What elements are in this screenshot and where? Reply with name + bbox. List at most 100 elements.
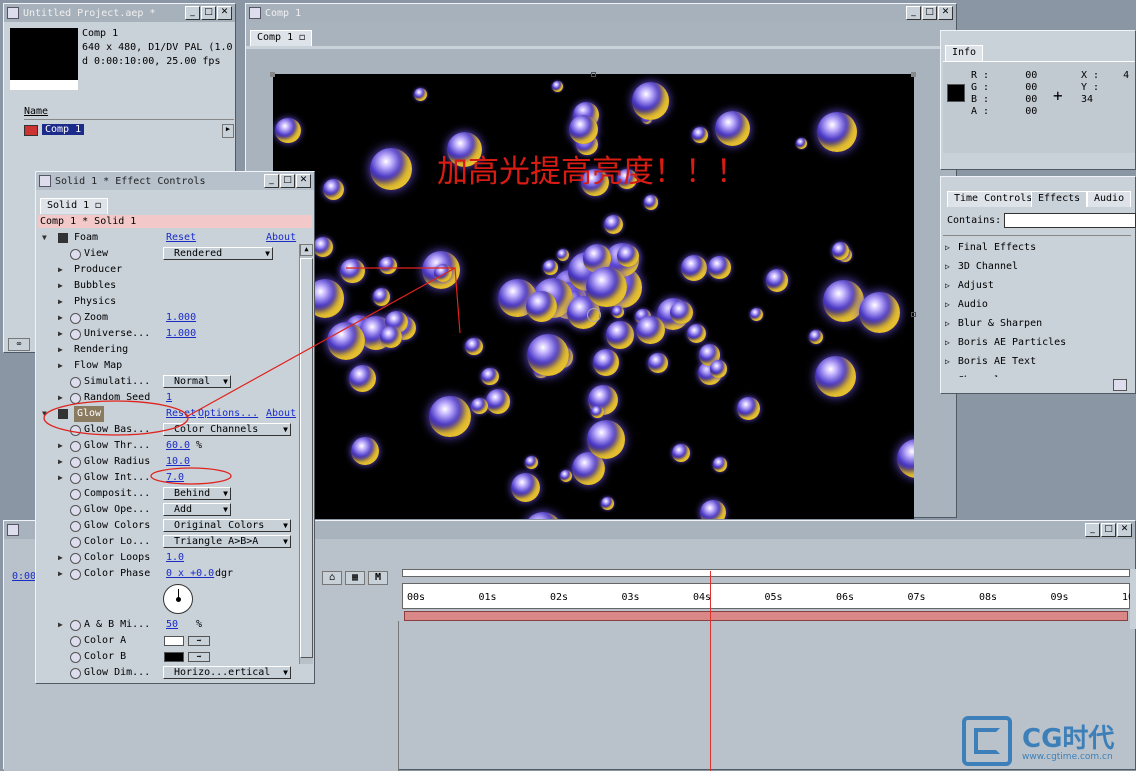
minimize-button[interactable]: _ [906,6,921,20]
effects-category-item[interactable]: ▷ Boris AE Text [945,354,1036,370]
stopwatch-icon[interactable] [70,636,81,647]
tab-time-controls[interactable]: Time Controls [947,191,1040,207]
work-area-bar[interactable] [402,569,1130,577]
expand-arrow-icon[interactable]: ▶ [58,470,63,486]
effect-param-row[interactable]: ▶ Rendering [36,342,296,358]
effect-param-row[interactable]: ▶ A & B Mi... 50% [36,617,296,633]
minimize-button[interactable]: _ [264,174,279,188]
close-button[interactable]: ✕ [296,174,311,188]
effects-category-item[interactable]: ▷ Boris AE Particles [945,335,1066,351]
param-value[interactable]: 1.000 [166,326,196,342]
scroll-up-arrow[interactable]: ▲ [300,244,313,256]
tab-info[interactable]: Info [945,45,984,61]
color-swatch[interactable] [164,636,184,646]
effect-param-row[interactable]: ▶ Color Phase 0 x +0.0 dgr [36,566,296,582]
expand-arrow-icon[interactable]: ▶ [58,390,63,406]
frame-blend-icon[interactable]: ▦ [345,571,365,585]
param-value[interactable]: 7.0 [166,470,184,486]
binoculars-icon[interactable]: ∞ [8,338,30,351]
close-button[interactable]: ✕ [1117,523,1132,537]
glow-about-link[interactable]: About [266,406,296,422]
stopwatch-icon[interactable] [70,393,81,404]
effect-param-row[interactable]: Color B ➡ [36,649,296,665]
effect-param-row[interactable]: ▶ Glow Radius 10.0 [36,454,296,470]
effect-glow-header[interactable]: ▼ Glow Reset Options... About [36,406,296,422]
tab-comp-1[interactable]: Comp 1 ◻ [250,30,313,46]
param-dropdown[interactable]: Behind [163,487,231,500]
expand-arrow-icon[interactable]: ▶ [58,438,63,454]
eyedropper-icon[interactable]: ➡ [188,652,210,662]
stopwatch-icon[interactable] [70,620,81,631]
effect-param-row[interactable]: Glow Bas... Color Channels [36,422,296,438]
param-value[interactable]: 60.0 [166,438,190,454]
effect-param-row[interactable]: Composit... Behind [36,486,296,502]
stopwatch-icon[interactable] [70,553,81,564]
name-column-header[interactable]: Name [24,106,234,120]
effect-foam-header[interactable]: ▼ Foam Reset About [36,230,296,246]
expand-arrow-icon[interactable]: ▶ [58,278,63,294]
tab-audio[interactable]: Audio [1087,191,1132,207]
expand-arrow-icon[interactable]: ▶ [58,262,63,278]
effect-param-row[interactable]: ▶ Zoom 1.000 [36,310,296,326]
effect-param-row[interactable]: View Rendered [36,246,296,262]
stopwatch-icon[interactable] [70,457,81,468]
handle-mr[interactable] [911,312,916,317]
foam-reset-link[interactable]: Reset [166,230,196,246]
maximize-button[interactable]: □ [1101,523,1116,537]
timeline-scrollbar[interactable] [1130,569,1136,629]
expand-arrow-icon[interactable]: ▶ [58,294,63,310]
effects-category-item[interactable]: ▷Channel [945,373,1000,377]
minimize-button[interactable]: _ [185,6,200,20]
eyedropper-icon[interactable]: ➡ [188,636,210,646]
stopwatch-icon[interactable] [70,489,81,500]
glow-options-link[interactable]: Options... [198,406,258,422]
new-folder-icon[interactable] [1113,379,1127,391]
shy-icon[interactable]: ⌂ [322,571,342,585]
comp-titlebar[interactable]: Comp 1 _ □ ✕ [246,4,956,22]
maximize-button[interactable]: □ [922,6,937,20]
effect-param-row[interactable]: ▶ Producer [36,262,296,278]
stopwatch-icon[interactable] [70,537,81,548]
effect-param-row[interactable]: Glow Ope... Add [36,502,296,518]
fx-switch-icon[interactable] [58,409,68,419]
layer-duration-bar[interactable] [404,611,1128,621]
effect-param-row[interactable]: ▶ Glow Int... 7.0 [36,470,296,486]
effect-param-row[interactable]: ▶ Physics [36,294,296,310]
expand-arrow-icon[interactable]: ▶ [58,566,63,582]
project-titlebar[interactable]: Untitled Project.aep * _ □ ✕ [4,4,235,22]
stopwatch-icon[interactable] [70,569,81,580]
param-dropdown[interactable]: Normal [163,375,231,388]
stopwatch-icon[interactable] [70,329,81,340]
effect-param-row[interactable]: ▶ Universe... 1.000 [36,326,296,342]
param-dropdown[interactable]: Color Channels [163,423,291,436]
expand-arrow-icon[interactable]: ▶ [58,342,63,358]
stopwatch-icon[interactable] [70,377,81,388]
param-value[interactable]: 10.0 [166,454,190,470]
project-item-comp[interactable]: Comp 1 [8,124,222,138]
effects-category-item[interactable]: ▷ Audio [945,297,988,313]
expand-foam-icon[interactable]: ▼ [42,230,47,246]
expand-arrow-icon[interactable]: ▶ [58,454,63,470]
tab-effects[interactable]: Effects [1031,191,1088,207]
glow-reset-link[interactable]: Reset [166,406,196,422]
effect-param-row[interactable]: ▶ Color Loops 1.0 [36,550,296,566]
expand-arrow-icon[interactable]: ▶ [58,617,63,633]
expand-arrow-icon[interactable]: ▶ [58,550,63,566]
stopwatch-icon[interactable] [70,652,81,663]
close-button[interactable]: ✕ [938,6,953,20]
param-value[interactable]: 1.000 [166,310,196,326]
effect-param-row[interactable]: Glow Dim... Horizo...ertical [36,665,296,681]
effect-param-row[interactable]: Simulati... Normal [36,374,296,390]
param-dropdown[interactable]: Add [163,503,231,516]
comp-viewer[interactable]: 加高光提高亮度！！！ [273,74,914,519]
effect-param-row[interactable]: Color A ➡ [36,633,296,649]
expand-arrow-icon[interactable]: ▶ [58,358,63,374]
foam-about-link[interactable]: About [266,230,296,246]
stopwatch-icon[interactable] [70,425,81,436]
effect-controls-titlebar[interactable]: Solid 1 * Effect Controls _ □ ✕ [36,172,314,190]
effect-param-row[interactable]: Glow Colors Original Colors [36,518,296,534]
minimize-button[interactable]: _ [1085,523,1100,537]
param-value[interactable]: 0 x +0.0 [166,566,214,582]
param-value[interactable]: 50 [166,617,178,633]
handle-tl[interactable] [270,72,275,77]
